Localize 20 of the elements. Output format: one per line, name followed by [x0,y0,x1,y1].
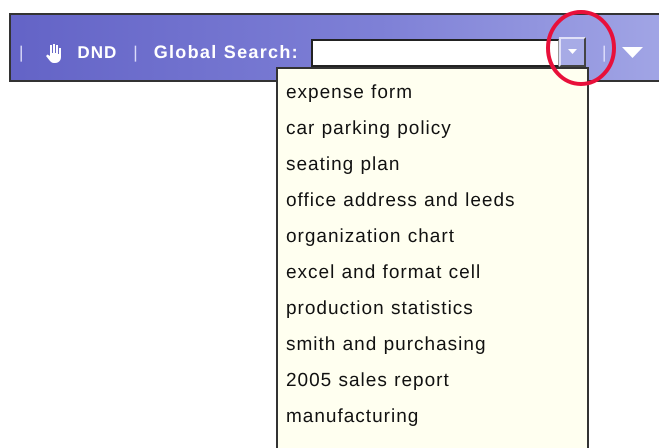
suggestion-item[interactable]: smith and purchasing [278,326,587,362]
caret-icon [622,47,644,58]
separator: | [133,42,138,62]
separator: | [602,42,606,62]
suggestion-item[interactable]: manufacturing [278,398,587,434]
suggestion-item[interactable]: excel and format cell [278,254,587,290]
suggestion-item[interactable]: 2005 sales report [278,362,587,398]
suggestion-item[interactable]: organization chart [278,218,587,254]
separator: | [19,42,24,62]
search-label: Global Search: [154,42,299,63]
dnd-button[interactable]: DND [45,42,118,62]
suggestion-item[interactable]: car parking policy [278,110,587,146]
hand-icon [45,42,64,62]
dropdown-button[interactable] [558,36,586,66]
suggestion-item[interactable]: production statistics [278,290,587,326]
suggestion-item[interactable]: office address and leeds [278,182,587,218]
search-field[interactable] [310,38,559,66]
suggestion-item[interactable]: seating plan [278,146,587,182]
caret-icon [568,49,577,54]
suggestion-item[interactable]: expense form [278,74,587,110]
